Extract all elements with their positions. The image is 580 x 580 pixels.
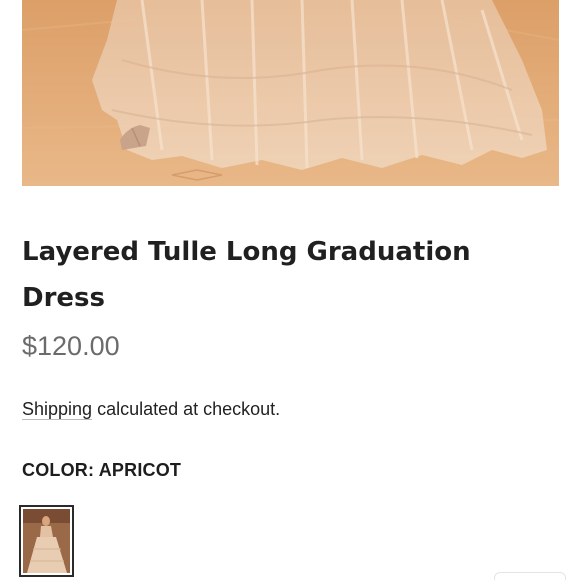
product-page: Layered Tulle Long Graduation Dress $120… [0,0,580,580]
color-swatch-thumbnail-icon [23,509,70,573]
shipping-link[interactable]: Shipping [22,399,92,419]
product-image[interactable] [22,0,559,186]
floating-action-button[interactable] [494,572,566,580]
shipping-note-text: calculated at checkout. [92,399,281,419]
product-price: $120.00 [22,331,120,361]
shipping-note: Shipping calculated at checkout. [22,399,280,420]
dress-photo-icon [22,0,559,186]
color-label: COLOR: APRICOT [22,460,182,480]
product-title: Layered Tulle Long Graduation Dress [22,237,471,313]
color-swatch-apricot[interactable] [19,505,74,577]
